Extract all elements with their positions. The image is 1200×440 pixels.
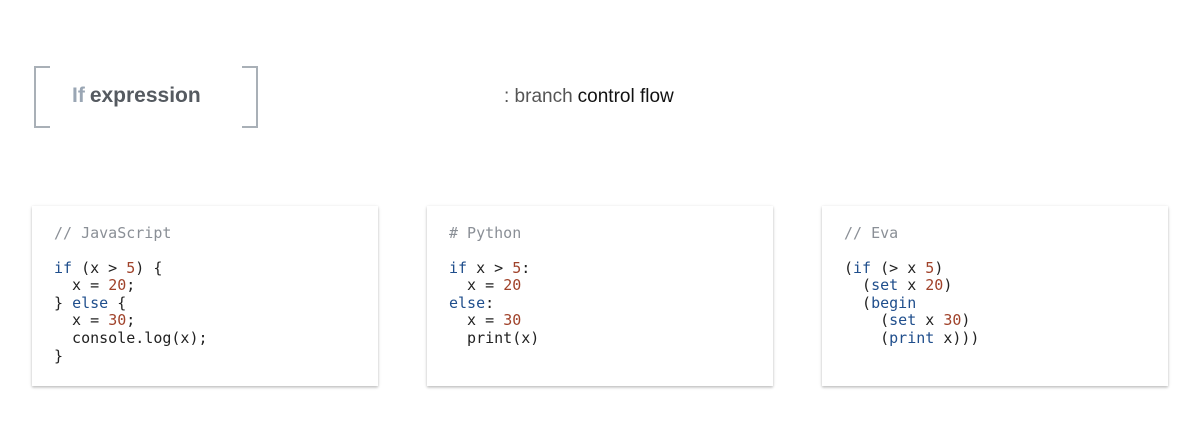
code-line: (begin bbox=[844, 293, 917, 312]
code-line: console.log(x); bbox=[54, 328, 208, 347]
code-token: set bbox=[889, 311, 917, 330]
code-line: } bbox=[54, 346, 64, 365]
code-token: print bbox=[889, 328, 935, 347]
slide-subtitle: : branch control flow bbox=[504, 86, 674, 108]
code-comment: // Eva bbox=[844, 224, 899, 242]
left-bracket bbox=[34, 66, 50, 128]
code-line: if (x > 5) { bbox=[54, 258, 163, 277]
code-line: (print x))) bbox=[844, 328, 980, 347]
code-card-javascript: // JavaScript if (x > 5) { x = 20;} else … bbox=[32, 206, 378, 386]
code-line: (if (> x 5) bbox=[844, 258, 944, 277]
code-comment: // JavaScript bbox=[54, 224, 172, 242]
title-keyword: If bbox=[72, 84, 85, 107]
code-token: set bbox=[871, 276, 899, 295]
code-token: 20 bbox=[108, 276, 127, 295]
code-line: (set x 20) bbox=[844, 276, 953, 295]
code-line: x = 30; bbox=[54, 311, 136, 330]
code-token: 20 bbox=[503, 276, 522, 295]
code-block-python: # Python if x > 5: x = 20 else: x = 30 pri… bbox=[449, 224, 540, 348]
code-token: 5 bbox=[925, 258, 935, 277]
code-token: if bbox=[54, 258, 73, 277]
code-line: print(x) bbox=[449, 328, 540, 347]
code-line: } else { bbox=[54, 293, 127, 312]
code-token: 30 bbox=[108, 311, 127, 330]
code-line: x = 30 bbox=[449, 311, 522, 330]
code-line: else: bbox=[449, 293, 495, 312]
code-line: x = 20 bbox=[449, 276, 522, 295]
code-token: 30 bbox=[503, 311, 522, 330]
code-token: 20 bbox=[925, 276, 944, 295]
subtitle-dark: control flow bbox=[577, 86, 674, 107]
code-card-python: # Python if x > 5: x = 20 else: x = 30 pri… bbox=[427, 206, 773, 386]
code-token: if bbox=[449, 258, 468, 277]
code-line: if x > 5: bbox=[449, 258, 531, 277]
code-token: begin bbox=[871, 293, 917, 312]
code-block-javascript: // JavaScript if (x > 5) { x = 20;} else … bbox=[54, 224, 208, 365]
slide-title: If expression bbox=[72, 84, 201, 108]
code-card-eva: // Eva (if (> x 5) (set x 20) (begin (set… bbox=[822, 206, 1168, 386]
code-token: if bbox=[853, 258, 872, 277]
title-rest: expression bbox=[89, 84, 201, 107]
code-block-eva: // Eva (if (> x 5) (set x 20) (begin (set… bbox=[844, 224, 980, 348]
code-token: 5 bbox=[126, 258, 136, 277]
code-line: x = 20; bbox=[54, 276, 136, 295]
code-line: (set x 30) bbox=[844, 311, 971, 330]
right-bracket bbox=[242, 66, 258, 128]
title-bracket-box: If expression bbox=[34, 66, 258, 128]
code-token: else bbox=[72, 293, 109, 312]
code-token: 5 bbox=[512, 258, 522, 277]
subtitle-light: : branch bbox=[504, 86, 573, 107]
code-token: 30 bbox=[943, 311, 962, 330]
code-comment: # Python bbox=[449, 224, 522, 242]
code-token: else bbox=[449, 293, 486, 312]
